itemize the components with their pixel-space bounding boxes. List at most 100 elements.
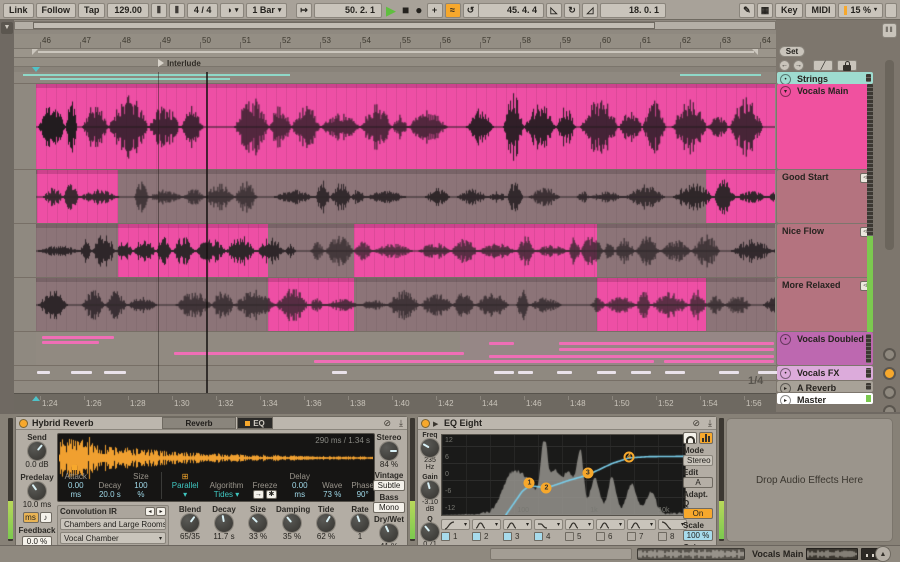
band-enable-checkbox[interactable] (534, 532, 543, 541)
freq-knob[interactable] (421, 439, 439, 457)
strings-track-row[interactable] (14, 72, 776, 84)
hot-swap-icon[interactable]: ⊘ (692, 418, 700, 429)
reenable-automation-button[interactable]: ↺ (462, 2, 479, 18)
record-button[interactable]: ● (413, 3, 424, 18)
doubled-clip-bar[interactable] (489, 355, 774, 358)
filter-type-dropdown[interactable] (627, 519, 656, 530)
midi-map-button[interactable]: MIDI (805, 2, 837, 18)
size-knob[interactable] (249, 514, 267, 532)
hr-knob-tide[interactable]: Tide 62 % (310, 505, 342, 546)
set-locator-button[interactable]: Set (779, 46, 805, 57)
analyzer-button[interactable] (699, 432, 713, 444)
eq-band-node-1[interactable]: 1 (523, 477, 535, 489)
take-lane-more-relaxed[interactable] (14, 278, 776, 332)
unfold-track-icon[interactable]: ▾ (780, 86, 791, 97)
punch-out-button[interactable]: ◿ (582, 2, 598, 18)
loop-start-field[interactable]: 45. 4. 4 (478, 2, 544, 18)
quantization-menu[interactable]: 1 Bar (246, 2, 288, 18)
damping-knob[interactable] (283, 514, 301, 532)
band-enable-checkbox[interactable] (503, 532, 512, 541)
predelay-knob[interactable] (28, 482, 46, 500)
fx-clip-dash[interactable] (665, 371, 685, 374)
filter-type-dropdown[interactable] (596, 519, 625, 530)
link-button[interactable]: Link (3, 2, 34, 18)
stop-button[interactable]: ■ (400, 3, 411, 18)
arrangement-overview[interactable] (14, 21, 776, 30)
expand-device-icon[interactable]: ▶ (433, 420, 438, 428)
metronome-button[interactable]: ◑ (220, 2, 245, 18)
phase-param[interactable]: Phase 90° (351, 481, 374, 499)
note-mode-button[interactable]: ♪ (39, 512, 52, 523)
hot-swap-icon[interactable]: ⊘ (383, 418, 391, 429)
size-param[interactable]: Size 100 % (130, 472, 151, 499)
strings-clip-segment[interactable] (680, 74, 761, 76)
track-header-nice-flow[interactable]: Nice Flow ◃ (777, 224, 873, 277)
doubled-clip-bar[interactable] (664, 360, 774, 363)
fx-clip-dash[interactable] (631, 371, 651, 374)
adapt-q-button[interactable]: On (683, 508, 713, 519)
tab-reverb[interactable]: Reverb (162, 417, 236, 429)
vertical-scrollbar[interactable] (885, 60, 894, 250)
q-knob[interactable] (421, 523, 439, 541)
vocals-main-clip-row[interactable] (14, 84, 776, 170)
fold-track-icon[interactable]: • (780, 334, 791, 345)
overdub-button[interactable]: + (426, 2, 443, 18)
doubled-clip-bar[interactable] (174, 352, 464, 355)
track-header-a-reverb[interactable]: A Reverb ▸ (777, 381, 873, 392)
prev-ir-button[interactable]: ◂ (145, 507, 155, 516)
loop-end-marker[interactable] (752, 49, 758, 55)
bass-mono-selector[interactable]: Mono (373, 502, 405, 513)
scale-field[interactable]: 100 % (683, 530, 713, 541)
audition-button[interactable] (683, 432, 697, 444)
computer-midi-keyboard-button[interactable]: ▦ (756, 2, 773, 18)
rate-knob[interactable] (351, 514, 369, 532)
vocals-doubled-row[interactable] (14, 332, 776, 366)
tab-eq[interactable]: EQ (237, 417, 273, 429)
hr-knob-decay[interactable]: Decay 11.7 s (208, 505, 240, 546)
ir-file-dropdown[interactable]: Vocal Chamber (60, 532, 166, 544)
loop-start-marker[interactable] (32, 49, 38, 55)
eq-band-node-4[interactable]: 4 (623, 451, 635, 463)
track-header-vocals-main[interactable]: Vocals Main ▾ (777, 84, 873, 169)
vintage-selector[interactable]: Subtle (373, 480, 405, 491)
io-toggle-button[interactable] (883, 348, 896, 361)
filter-type-dropdown[interactable] (565, 519, 594, 530)
device-drop-zone[interactable]: Drop Audio Effects Here (726, 418, 893, 542)
track-header-more-relaxed[interactable]: More Relaxed ◃ (777, 278, 873, 331)
fx-clip-dash[interactable] (37, 371, 50, 374)
clip-overview-strip[interactable] (637, 548, 745, 560)
doubled-clip-bar[interactable] (314, 360, 654, 363)
take-lane-nice-flow[interactable] (14, 224, 776, 278)
hr-ir-display[interactable]: 290 ms / 1.34 s Attack 0.00 ms Decay 20.0 … (57, 433, 375, 502)
fx-clip-dash[interactable] (758, 371, 778, 374)
device-on-button[interactable] (421, 419, 430, 428)
device-on-button[interactable] (19, 419, 28, 428)
ir-category-dropdown[interactable]: Chambers and Large Rooms (60, 518, 166, 530)
arrangement-position-field[interactable]: 50. 2. 1 (314, 2, 382, 18)
doubled-clip-bar[interactable] (42, 341, 99, 344)
overview-viewport[interactable] (33, 22, 655, 29)
nudge-up-button[interactable]: ⦀ (168, 2, 185, 18)
doubled-clip-bar[interactable] (559, 348, 774, 351)
eq-band-node-2[interactable]: 2 (540, 482, 552, 494)
track-header-good-start[interactable]: Good Start ◃ (777, 170, 873, 223)
stereo-knob[interactable] (380, 442, 398, 460)
track-header-strings[interactable]: Strings • (777, 72, 873, 84)
hr-knob-damping[interactable]: Damping 35 % (276, 505, 310, 546)
returns-toggle-button[interactable] (883, 386, 896, 399)
band-enable-checkbox[interactable] (472, 532, 481, 541)
tide-knob[interactable] (317, 514, 335, 532)
playhead[interactable] (206, 72, 208, 393)
punch-in-button[interactable]: ◺ (546, 2, 562, 18)
fx-clip-dash[interactable] (71, 371, 92, 374)
fx-clip-dash[interactable] (332, 371, 347, 374)
loop-button[interactable]: ↻ (564, 2, 580, 18)
mixer-toggle-button[interactable]: ⦀⦀ (882, 23, 897, 38)
play-button[interactable]: ▶ (384, 3, 398, 18)
gain-knob[interactable] (421, 481, 439, 499)
track-header-vocals-doubled[interactable]: Vocals Doubled • (777, 332, 873, 365)
routing-param[interactable]: ⊞ Parallel ▾ (160, 472, 201, 499)
lock-envelopes-button[interactable] (837, 60, 857, 71)
cpu-meter[interactable]: 15 % ▾ (838, 2, 883, 18)
next-ir-button[interactable]: ▸ (156, 507, 166, 516)
